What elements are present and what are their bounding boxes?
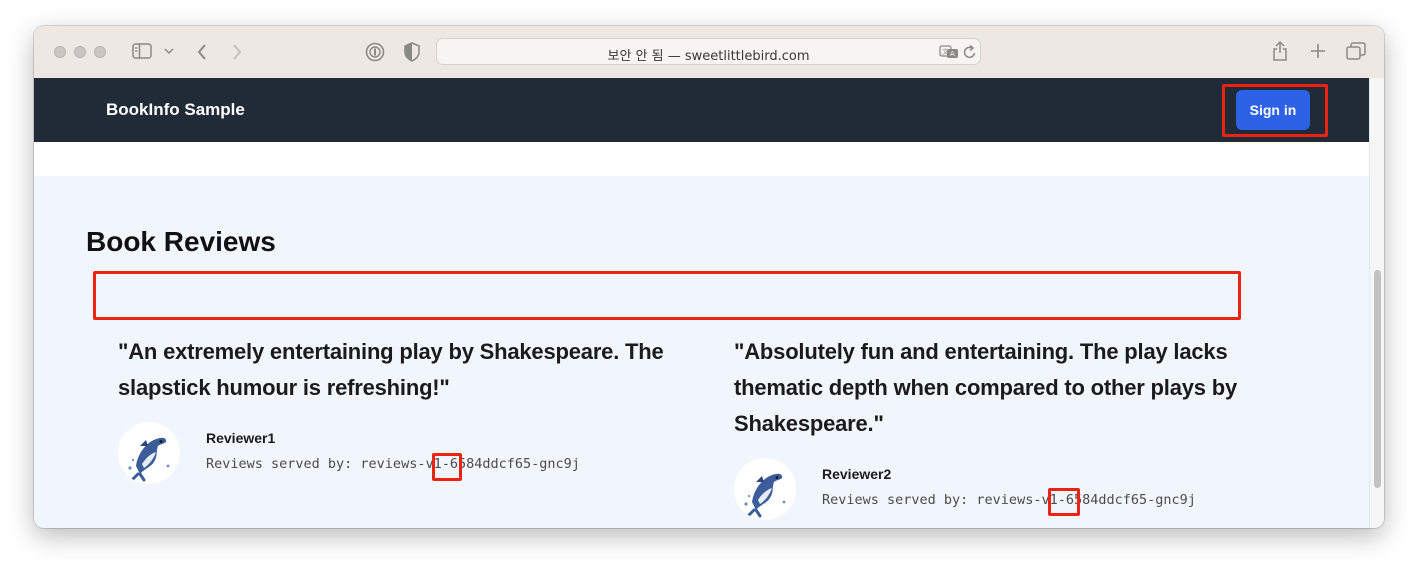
svg-text:文: 文 <box>942 47 949 56</box>
reload-icon[interactable] <box>963 44 977 60</box>
address-bar[interactable]: 보안 안 됨 — sweetlittlebird.com 文A <box>436 38 981 65</box>
browser-toolbar: 보안 안 됨 — sweetlittlebird.com 文A <box>34 26 1384 79</box>
scrollbar-thumb[interactable] <box>1374 270 1381 488</box>
dolphin-avatar-icon <box>118 422 180 484</box>
annotation-box-version-2 <box>1048 488 1080 516</box>
zoom-window-button[interactable] <box>94 46 106 58</box>
svg-text:A: A <box>950 50 955 58</box>
share-icon[interactable] <box>1272 40 1288 62</box>
dolphin-avatar-icon <box>734 458 796 520</box>
forward-icon[interactable] <box>231 43 243 61</box>
review-text: "An extremely entertaining play by Shake… <box>118 339 664 400</box>
served-by-prefix: Reviews served by: reviews- <box>822 492 1042 508</box>
password-icon[interactable] <box>365 42 385 62</box>
shield-icon[interactable] <box>404 42 420 62</box>
served-by-suffix: -6584ddcf65-gnc9j <box>441 456 580 472</box>
review-card-1: "An extremely entertaining play by Shake… <box>118 334 708 484</box>
reviews-section: Book Reviews "An extremely entertaining … <box>34 176 1369 528</box>
reviewer-name: Reviewer2 <box>822 466 892 482</box>
chevron-down-icon[interactable] <box>164 47 174 55</box>
back-icon[interactable] <box>196 43 208 61</box>
page-title: Book Reviews <box>86 226 276 257</box>
review-card-2: "Absolutely fun and entertaining. The pl… <box>734 334 1294 520</box>
navbar: BookInfo Sample Sign in <box>34 78 1369 142</box>
served-by-text: Reviews served by: reviews-v1-6584ddcf65… <box>206 456 580 472</box>
vertical-scrollbar[interactable] <box>1369 78 1384 528</box>
close-window-button[interactable] <box>54 46 66 58</box>
url-text: 보안 안 됨 — sweetlittlebird.com <box>607 49 810 64</box>
tabs-overview-icon[interactable] <box>1346 42 1366 60</box>
annotation-box-signin <box>1222 84 1328 137</box>
minimize-window-button[interactable] <box>74 46 86 58</box>
new-tab-icon[interactable] <box>1310 43 1326 59</box>
sidebar-icon[interactable] <box>132 43 152 59</box>
translate-icon[interactable]: 文A <box>939 45 959 59</box>
brand-title[interactable]: BookInfo Sample <box>106 100 245 120</box>
served-by-text: Reviews served by: reviews-v1-6584ddcf65… <box>822 492 1196 508</box>
reviewer-name: Reviewer1 <box>206 430 276 446</box>
review-text: "Absolutely fun and entertaining. The pl… <box>734 339 1237 436</box>
annotation-box-banner <box>93 271 1241 320</box>
served-by-prefix: Reviews served by: reviews- <box>206 456 426 472</box>
annotation-box-version-1 <box>432 453 462 481</box>
